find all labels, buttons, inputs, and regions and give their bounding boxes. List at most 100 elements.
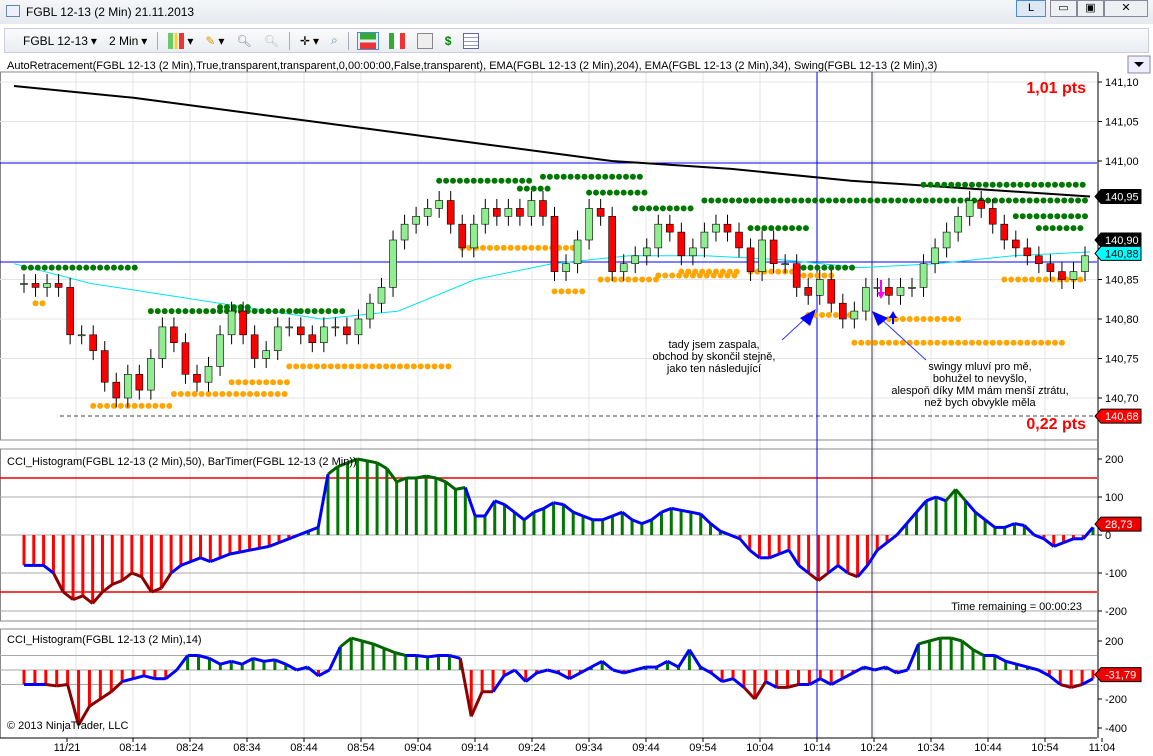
swing-high-dot <box>203 308 210 315</box>
cci2-line-segment <box>458 658 473 717</box>
zoom-out-button[interactable]: 🔍︎ <box>262 34 281 48</box>
properties-button[interactable] <box>461 32 481 49</box>
candle-body <box>250 334 259 359</box>
candle-body <box>666 223 674 233</box>
crosshair-button[interactable]: ✛ ▾ <box>298 34 321 48</box>
swing-high-dot <box>909 197 916 204</box>
cci2-line-segment <box>317 668 331 678</box>
swing-low-dot <box>293 363 300 370</box>
swing-low-dot <box>240 391 247 398</box>
swing-high-dot <box>814 264 821 271</box>
cci2-line-segment <box>906 643 920 671</box>
price-badge: 140,95 <box>1105 192 1139 204</box>
swing-high-dot <box>1049 225 1056 232</box>
swing-high-dot <box>825 197 832 204</box>
time-remaining-label: Time remaining = 00:00:23 <box>951 601 1082 613</box>
swing-high-dot <box>634 189 641 196</box>
panel-menu-button[interactable] <box>1127 55 1151 74</box>
price-axis-label: 141,05 <box>1105 117 1139 129</box>
separator <box>288 31 290 50</box>
candle <box>1058 262 1066 289</box>
chart-trader-button[interactable] <box>356 31 379 50</box>
swing-low-dot <box>313 363 320 370</box>
candle <box>412 206 420 234</box>
magnifier-button[interactable]: ⌕ <box>329 33 340 48</box>
swing-high-dot <box>819 197 826 204</box>
candle <box>204 356 213 392</box>
swing-high-dot <box>715 197 722 204</box>
candle <box>123 364 132 408</box>
swing-high-dot <box>272 308 279 315</box>
candle <box>700 222 709 258</box>
swing-high-dot <box>927 181 934 188</box>
close-button[interactable]: ✕ <box>1104 0 1148 17</box>
swing-low-dot <box>825 312 832 319</box>
swing-low-dot <box>632 276 639 283</box>
swing-low-dot <box>706 268 713 275</box>
cci2-line-segment <box>241 657 254 666</box>
swing-high-dot <box>929 197 936 204</box>
candle-body <box>573 239 582 265</box>
swing-high-dot <box>530 185 537 192</box>
candle-body <box>1035 255 1043 265</box>
candle <box>539 191 547 226</box>
swing-high-dot <box>470 177 477 184</box>
swing-low-dot <box>320 363 327 370</box>
cci2-line-segment <box>208 657 222 666</box>
chart-canvas[interactable]: 141,10 141,05 141,00 140,85 140,80 140,75 140,… <box>0 54 1153 756</box>
swing-low-dot <box>228 379 235 386</box>
swing-low-dot <box>579 288 586 295</box>
candle <box>988 198 997 234</box>
time-axis-label: 09:44 <box>632 742 660 754</box>
candle <box>666 214 674 242</box>
annotation-line: alespoň díky MM mám menší ztrátu, <box>891 385 1068 397</box>
draw-tool-button[interactable]: ✎ ▾ <box>203 34 226 48</box>
swing-high-dot <box>754 225 761 232</box>
candle <box>573 230 582 274</box>
cci1-line-segment <box>239 548 250 554</box>
swing-low-dot <box>341 363 348 370</box>
swing-high-dot <box>1026 213 1033 220</box>
swing-high-dot <box>936 197 943 204</box>
swing-high-dot <box>821 264 828 271</box>
swing-low-dot <box>131 402 138 409</box>
cci2-line-segment <box>808 677 822 686</box>
swing-low-dot <box>821 272 828 279</box>
minimize-button[interactable]: ▭ <box>1050 0 1077 17</box>
annotation-line: bohužel to nevyšlo, <box>933 373 1027 385</box>
time-axis-label: 10:24 <box>860 742 888 754</box>
swing-high-dot <box>1079 181 1086 188</box>
candle-body <box>481 208 490 225</box>
candle <box>31 273 40 297</box>
swing-high-dot <box>436 177 443 184</box>
swing-high-dot <box>131 264 138 271</box>
candle <box>366 293 374 329</box>
orders-button[interactable]: $ <box>443 34 454 48</box>
annotation-swings: swingy mluví pro mě, bohužel to nevyšlo,… <box>891 361 1068 409</box>
swing-low-dot <box>865 339 872 346</box>
swing-high-dot <box>957 197 964 204</box>
maximize-button[interactable]: ▣ <box>1077 0 1104 17</box>
zoom-in-button[interactable]: 🔍︎ <box>234 34 253 48</box>
candle <box>723 214 732 242</box>
candle-body <box>469 223 478 249</box>
swing-low-dot <box>212 391 219 398</box>
swing-high-dot <box>659 205 666 212</box>
price-axis-label: 140,70 <box>1105 393 1139 405</box>
swing-low-dot <box>807 272 814 279</box>
candlestick-style-button[interactable]: ▾ <box>166 32 195 49</box>
candle-body <box>204 366 213 383</box>
swing-high-dot <box>339 308 346 315</box>
cci2-line-segment <box>732 677 745 689</box>
chart-trader-icon <box>359 32 376 49</box>
link-button[interactable]: L <box>1016 0 1046 17</box>
swing-high-dot <box>1026 197 1033 204</box>
candle-body <box>758 239 766 272</box>
cci2-line-segment <box>45 683 57 688</box>
interval-dropdown[interactable]: 2 Min ▾ <box>107 34 149 48</box>
swing-high-dot <box>1017 181 1024 188</box>
data-box-button[interactable] <box>387 32 407 49</box>
instrument-dropdown[interactable]: FGBL 12-13 ▾ <box>21 34 99 48</box>
swing-high-dot <box>1061 197 1068 204</box>
strategy-button[interactable] <box>415 32 435 49</box>
